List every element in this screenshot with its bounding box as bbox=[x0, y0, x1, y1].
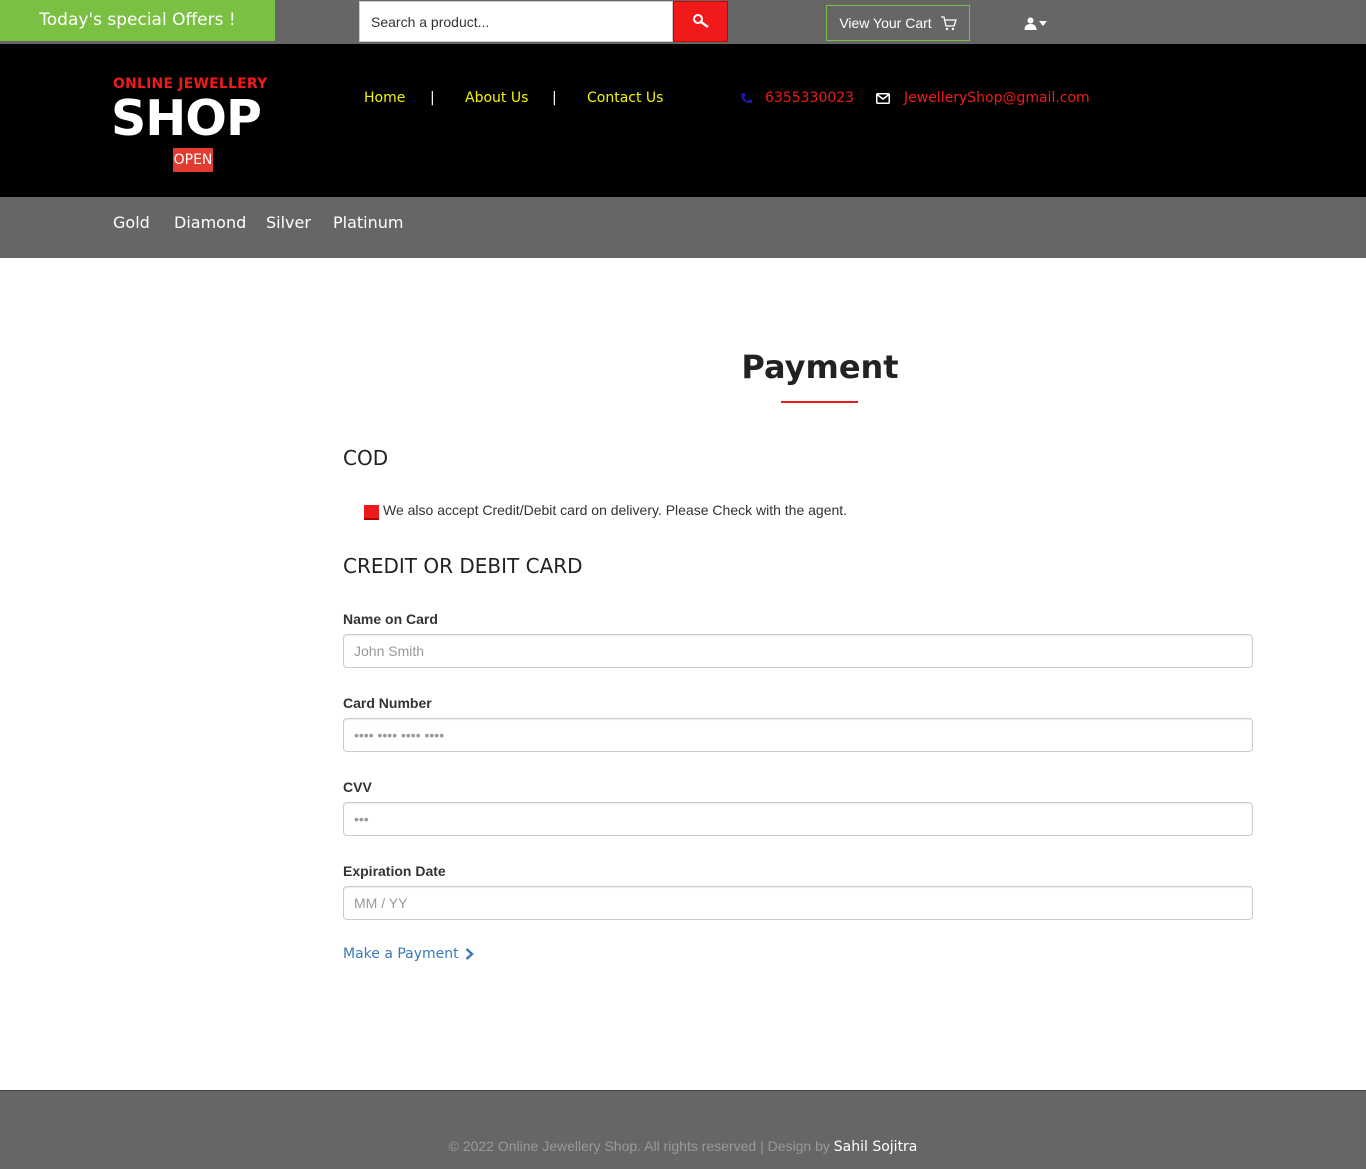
footer-copyright: © 2022 Online Jewellery Shop. All rights… bbox=[0, 1138, 1366, 1155]
nav-about-link[interactable]: About Us bbox=[465, 90, 528, 106]
user-icon bbox=[1024, 17, 1037, 30]
special-offers-button[interactable]: Today's special Offers ! bbox=[0, 0, 275, 41]
expiration-date-label: Expiration Date bbox=[343, 863, 446, 879]
card-heading: CREDIT OR DEBIT CARD bbox=[343, 554, 583, 578]
category-silver[interactable]: Silver bbox=[266, 213, 311, 232]
page-title: Payment bbox=[741, 348, 899, 386]
email-address: JewelleryShop@gmail.com bbox=[904, 90, 1090, 106]
search-icon bbox=[692, 13, 709, 28]
card-number-input[interactable] bbox=[343, 718, 1253, 752]
logo-main-text: SHOP bbox=[111, 90, 262, 147]
footer-copyright-text: © 2022 Online Jewellery Shop. All rights… bbox=[448, 1138, 834, 1154]
expiration-date-input[interactable] bbox=[343, 886, 1253, 920]
envelope-icon bbox=[876, 92, 890, 104]
cvv-input[interactable] bbox=[343, 802, 1253, 836]
cvv-label: CVV bbox=[343, 779, 372, 795]
email-contact[interactable]: JewelleryShop@gmail.com bbox=[876, 90, 1090, 106]
top-bar: Today's special Offers ! View Your Cart bbox=[0, 0, 1366, 44]
footer-author-link[interactable]: Sahil Sojitra bbox=[834, 1139, 918, 1155]
caret-down-icon bbox=[1039, 20, 1047, 26]
site-footer: © 2022 Online Jewellery Shop. All rights… bbox=[0, 1090, 1366, 1169]
site-header: ONLINE JEWELLERY SHOP OPEN Home | About … bbox=[0, 44, 1366, 197]
category-platinum[interactable]: Platinum bbox=[333, 213, 403, 232]
nav-separator: | bbox=[552, 90, 557, 106]
category-diamond[interactable]: Diamond bbox=[174, 213, 246, 232]
title-underline bbox=[781, 401, 858, 403]
make-payment-link[interactable]: Make a Payment bbox=[343, 946, 474, 962]
search-button[interactable] bbox=[673, 1, 728, 42]
name-on-card-label: Name on Card bbox=[343, 611, 438, 627]
phone-number: 6355330023 bbox=[765, 90, 855, 106]
category-gold[interactable]: Gold bbox=[113, 213, 150, 232]
nav-contact-link[interactable]: Contact Us bbox=[587, 90, 663, 106]
cart-icon bbox=[940, 15, 957, 30]
view-cart-label: View Your Cart bbox=[839, 15, 932, 31]
phone-contact[interactable]: 6355330023 bbox=[740, 90, 854, 106]
card-number-label: Card Number bbox=[343, 695, 432, 711]
name-on-card-input[interactable] bbox=[343, 634, 1253, 668]
user-menu-toggle[interactable] bbox=[1024, 14, 1050, 32]
search-input[interactable] bbox=[359, 1, 673, 42]
cod-checkbox[interactable] bbox=[364, 505, 379, 520]
phone-icon bbox=[741, 92, 752, 103]
logo-open-sign: OPEN bbox=[173, 148, 213, 172]
nav-separator: | bbox=[430, 90, 435, 106]
category-bar: Gold Diamond Silver Platinum bbox=[0, 197, 1366, 258]
chevron-right-icon bbox=[465, 948, 474, 960]
make-payment-label: Make a Payment bbox=[343, 946, 459, 962]
cod-note: We also accept Credit/Debit card on deli… bbox=[383, 502, 848, 518]
view-cart-button[interactable]: View Your Cart bbox=[826, 5, 970, 41]
cod-heading: COD bbox=[343, 446, 389, 470]
nav-home-link[interactable]: Home bbox=[364, 90, 405, 106]
